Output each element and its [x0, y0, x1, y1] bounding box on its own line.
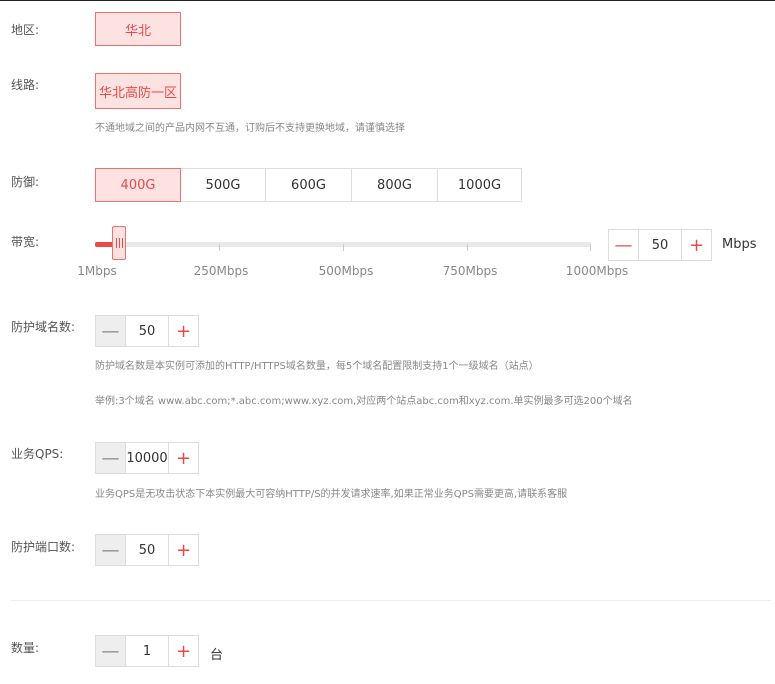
domains-input[interactable] [126, 316, 168, 346]
ports-input[interactable] [126, 535, 168, 565]
line-hint: 不通地域之间的产品内网不互通，订购后不支持更换地域，请谨慎选择 [95, 123, 405, 134]
ports-decrement-button[interactable]: — [96, 535, 126, 565]
defense-label: 防御: [11, 175, 40, 189]
bandwidth-tick [590, 244, 591, 251]
quantity-stepper: — + [95, 635, 199, 667]
quantity-label: 数量: [11, 641, 40, 655]
qps-input[interactable] [126, 443, 168, 473]
section-divider [11, 600, 771, 601]
defense-option-800g[interactable]: 800G [351, 168, 438, 202]
domains-example: 举例:3个域名 www.abc.com;*.abc.com;www.xyz.co… [95, 396, 633, 407]
bandwidth-label: 带宽: [11, 235, 40, 249]
bandwidth-tick [467, 244, 468, 251]
ports-stepper: — + [95, 534, 199, 566]
bandwidth-slider-handle[interactable] [112, 226, 127, 260]
quantity-unit: 台 [210, 648, 224, 663]
qps-label: 业务QPS: [11, 447, 64, 461]
bandwidth-decrement-button[interactable]: — [609, 230, 639, 260]
domains-increment-button[interactable]: + [168, 316, 198, 346]
bandwidth-tick-label-500: 500Mbps [318, 264, 374, 278]
qps-hint: 业务QPS是无攻击状态下本实例最大可容纳HTTP/S的并发请求速率,如果正常业务… [95, 489, 568, 500]
domains-decrement-button[interactable]: — [96, 316, 126, 346]
quantity-decrement-button[interactable]: — [96, 636, 126, 666]
ports-increment-button[interactable]: + [168, 535, 198, 565]
defense-option-500g[interactable]: 500G [180, 168, 266, 202]
bandwidth-increment-button[interactable]: + [681, 230, 711, 260]
region-label: 地区: [11, 23, 40, 37]
bandwidth-tick [343, 244, 344, 251]
domains-label: 防护域名数: [11, 320, 76, 334]
qps-decrement-button[interactable]: — [96, 443, 126, 473]
bandwidth-tick-label-250: 250Mbps [193, 264, 249, 278]
line-label: 线路: [11, 78, 40, 92]
region-option-huabei[interactable]: 华北 [95, 12, 181, 46]
defense-option-1000g[interactable]: 1000G [437, 168, 522, 202]
domains-stepper: — + [95, 315, 199, 347]
ports-label: 防护端口数: [11, 540, 76, 554]
qps-stepper: — + [95, 442, 199, 474]
quantity-input[interactable] [126, 636, 168, 666]
bandwidth-stepper: — + [608, 229, 712, 261]
bandwidth-tick [219, 244, 220, 251]
defense-option-600g[interactable]: 600G [265, 168, 352, 202]
bandwidth-unit: Mbps [722, 237, 757, 252]
bandwidth-tick-label-750: 750Mbps [442, 264, 498, 278]
bandwidth-tick-label-1000: 1000Mbps [565, 264, 629, 278]
quantity-increment-button[interactable]: + [168, 636, 198, 666]
defense-option-400g[interactable]: 400G [95, 168, 181, 202]
bandwidth-input[interactable] [639, 230, 681, 260]
bandwidth-tick-label-1: 1Mbps [77, 264, 117, 278]
domains-hint: 防护域名数是本实例可添加的HTTP/HTTPS域名数量，每5个域名配置限制支持1… [95, 361, 539, 372]
line-option-huabei-gaofang-1[interactable]: 华北高防一区 [95, 73, 181, 109]
qps-increment-button[interactable]: + [168, 443, 198, 473]
